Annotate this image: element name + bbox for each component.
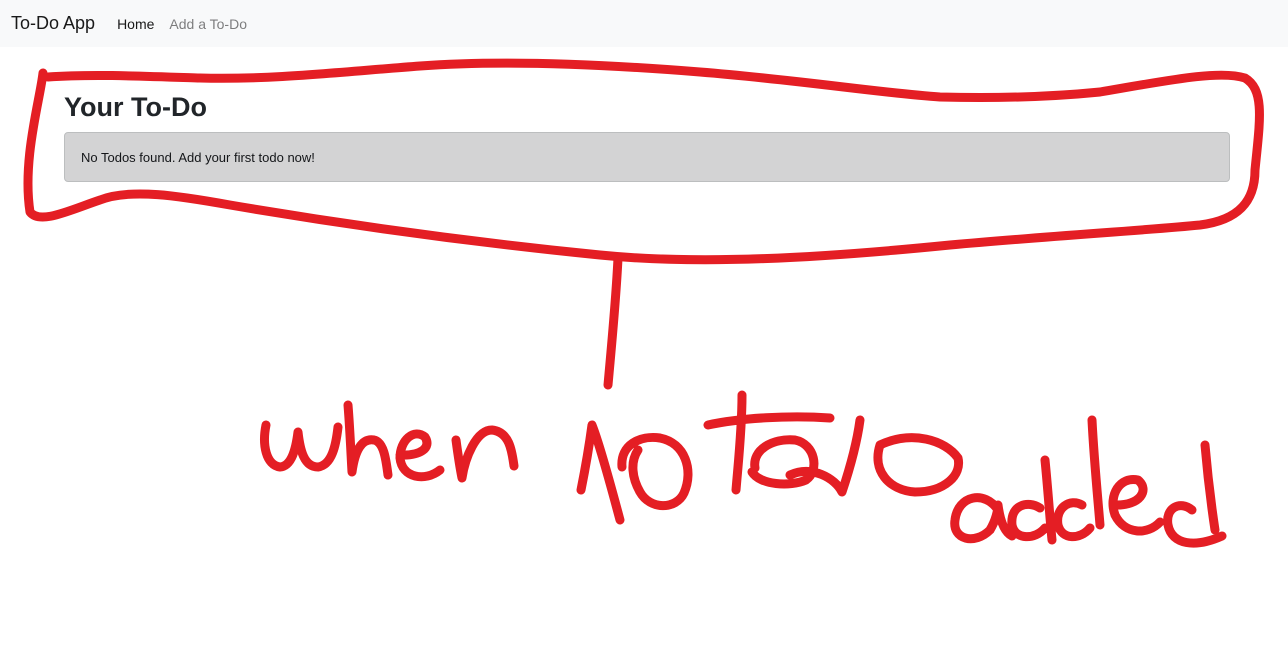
top-navbar: To-Do App Home Add a To-Do xyxy=(0,0,1288,47)
annotation-word-todo xyxy=(703,390,964,497)
empty-todos-message: No Todos found. Add your first todo now! xyxy=(81,149,315,165)
annotation-word-no xyxy=(576,420,693,525)
annotation-pointer-line xyxy=(603,253,623,390)
navbar-brand[interactable]: To-Do App xyxy=(11,13,95,34)
page-title: Your To-Do xyxy=(64,92,207,122)
nav-link-home[interactable]: Home xyxy=(117,16,154,32)
empty-todos-alert: No Todos found. Add your first todo now! xyxy=(64,132,1230,182)
annotation-word-when xyxy=(260,400,519,483)
nav-link-add-todo[interactable]: Add a To-Do xyxy=(169,16,247,32)
annotation-word-added xyxy=(950,415,1227,548)
